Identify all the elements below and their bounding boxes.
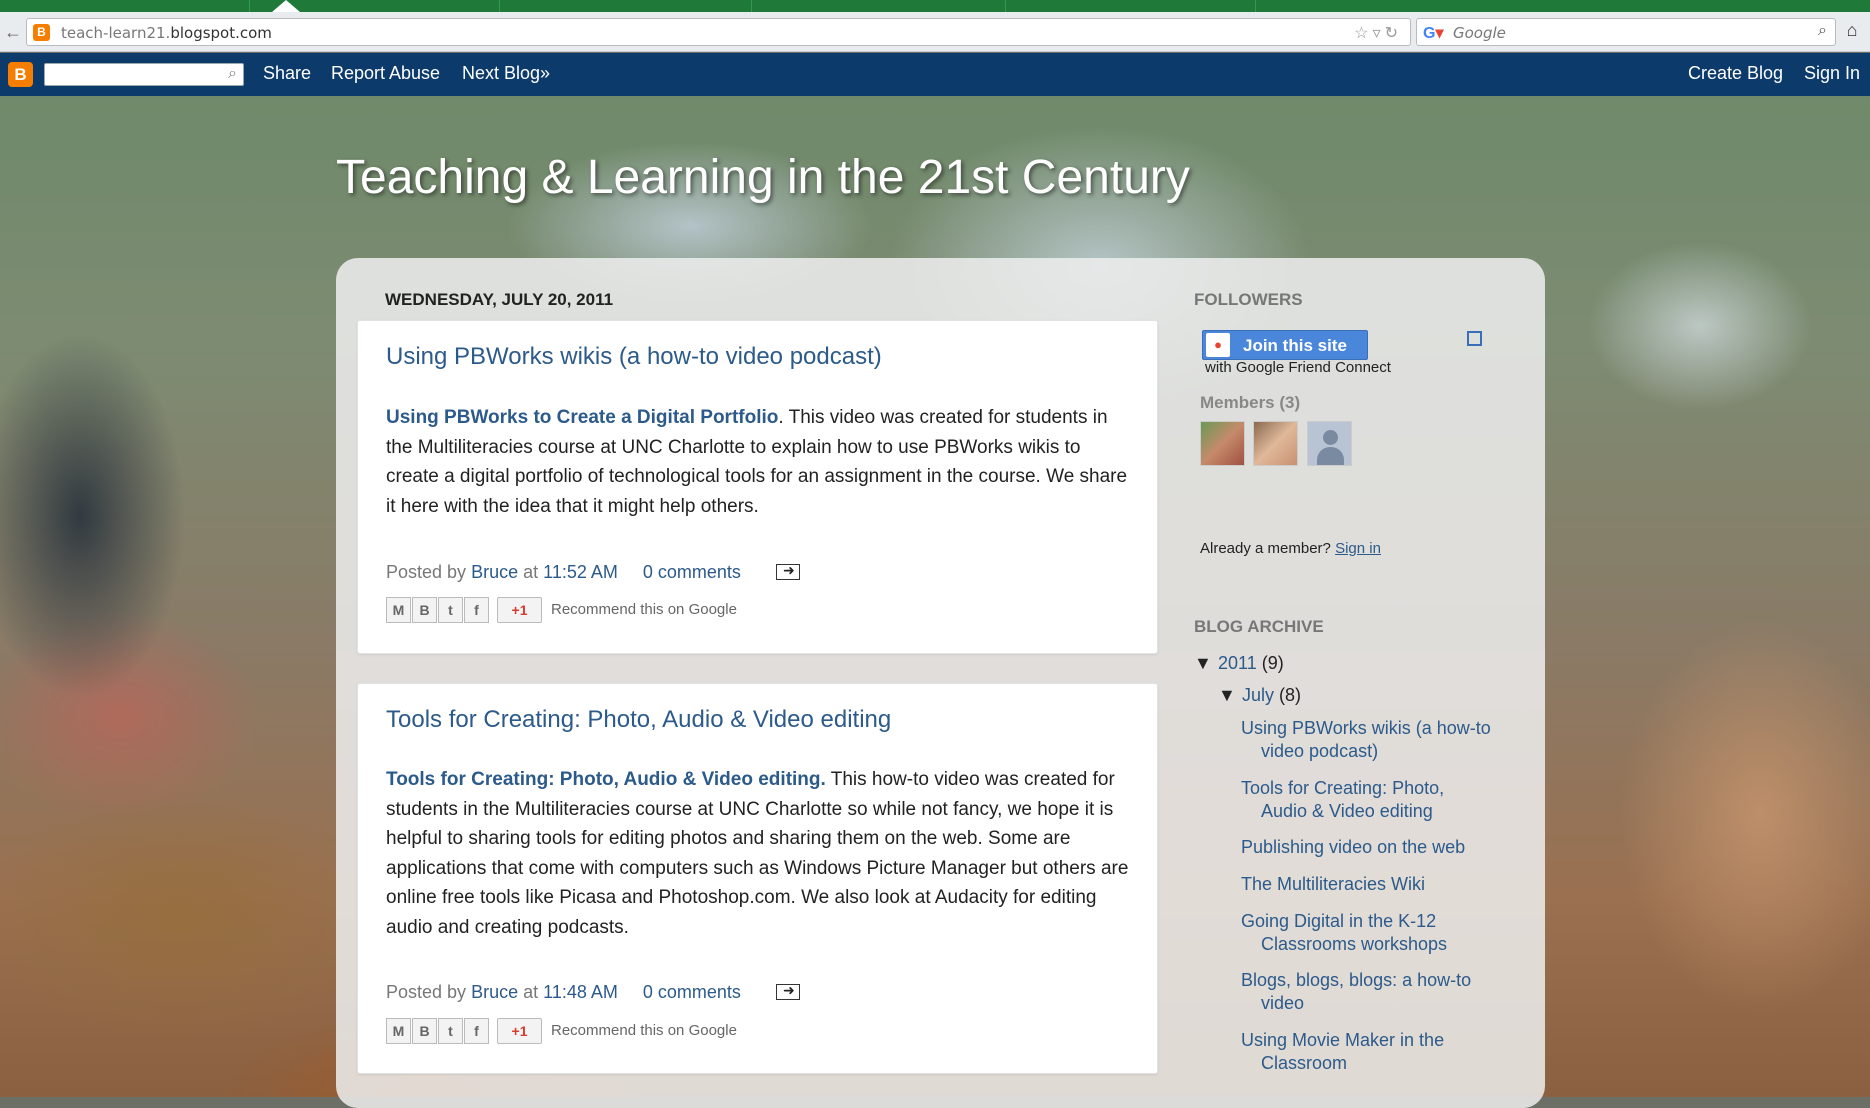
post-title[interactable]: Tools for Creating: Photo, Audio & Video… bbox=[386, 706, 891, 734]
dropdown-icon[interactable]: ▿ bbox=[1373, 25, 1385, 42]
search-placeholder: Google bbox=[1453, 24, 1506, 42]
blog-post: Using PBWorks wikis (a how-to video podc… bbox=[357, 320, 1158, 654]
blog-search-input[interactable]: ⌕ bbox=[44, 63, 244, 86]
create-blog-link[interactable]: Create Blog bbox=[1688, 63, 1783, 84]
author-link[interactable]: Bruce bbox=[471, 982, 518, 1002]
join-this-site-button[interactable]: ● Join this site bbox=[1202, 330, 1368, 360]
archive-month-row: ▼ July (8) bbox=[1218, 685, 1301, 706]
google-plus-one-button[interactable]: +1 bbox=[497, 597, 542, 623]
next-blog-link[interactable]: Next Blog» bbox=[462, 63, 550, 84]
blogger-navbar: B ⌕ Share Report Abuse Next Blog» Create… bbox=[0, 53, 1870, 96]
archive-year-link[interactable]: 2011 bbox=[1218, 653, 1257, 673]
archive-post-link[interactable]: Publishing video on the web bbox=[1241, 836, 1491, 859]
email-post-icon[interactable] bbox=[775, 562, 800, 580]
url-host: teach-learn21. bbox=[61, 24, 171, 42]
report-abuse-link[interactable]: Report Abuse bbox=[331, 63, 440, 84]
url-text[interactable]: teach-learn21.blogspot.com bbox=[61, 24, 272, 42]
browser-tab[interactable] bbox=[1006, 0, 1256, 12]
twitter-share-icon[interactable]: t bbox=[438, 597, 463, 623]
date-header: WEDNESDAY, JULY 20, 2011 bbox=[385, 290, 614, 309]
browser-navbar: ← B teach-learn21.blogspot.com ☆▿↻ G▾ Go… bbox=[0, 12, 1870, 52]
member-avatar[interactable] bbox=[1200, 421, 1245, 466]
search-icon[interactable]: ⌕ bbox=[1818, 22, 1827, 40]
blog-post: Tools for Creating: Photo, Audio & Video… bbox=[357, 683, 1158, 1074]
active-tab-indicator bbox=[272, 0, 300, 12]
gmail-share-icon[interactable]: M bbox=[386, 597, 411, 623]
archive-post-link[interactable]: Blogs, blogs, blogs: a how-to video bbox=[1241, 969, 1491, 1015]
join-button-label: Join this site bbox=[1243, 336, 1347, 355]
home-icon[interactable]: ⌂ bbox=[1840, 20, 1864, 44]
recommend-text: Recommend this on Google bbox=[551, 1022, 737, 1039]
post-body-text: This how-to video was created for studen… bbox=[386, 769, 1129, 938]
twitter-share-icon[interactable]: t bbox=[438, 1018, 463, 1044]
bookmark-star-icon[interactable]: ☆ bbox=[1354, 25, 1372, 42]
email-post-icon[interactable] bbox=[775, 982, 800, 1000]
timestamp-link[interactable]: 11:48 AM bbox=[543, 982, 618, 1002]
already-member-label: Already a member? bbox=[1200, 540, 1331, 557]
browser-tab[interactable] bbox=[500, 0, 752, 12]
member-avatar[interactable] bbox=[1253, 421, 1298, 466]
posted-by-label: Posted by bbox=[386, 562, 467, 582]
google-icon[interactable]: G▾ bbox=[1423, 23, 1443, 43]
comments-link[interactable]: 0 comments bbox=[643, 562, 741, 582]
post-lead-link[interactable]: Tools for Creating: Photo, Audio & Video… bbox=[386, 769, 826, 790]
at-label: at bbox=[523, 562, 539, 582]
archive-month-link[interactable]: July bbox=[1242, 685, 1274, 705]
browser-tab[interactable] bbox=[0, 0, 250, 12]
blog-title[interactable]: Teaching & Learning in the 21st Century bbox=[336, 150, 1190, 205]
member-avatar[interactable] bbox=[1307, 421, 1352, 466]
reload-icon[interactable]: ↻ bbox=[1385, 25, 1402, 42]
blogger-favicon-icon: B bbox=[33, 24, 50, 41]
archive-post-link[interactable]: Using Movie Maker in the Classroom bbox=[1241, 1029, 1491, 1075]
google-friend-connect-icon: ● bbox=[1206, 333, 1230, 357]
google-plus-one-button[interactable]: +1 bbox=[497, 1018, 542, 1044]
sign-in-link[interactable]: Sign In bbox=[1804, 63, 1860, 84]
browser-tab[interactable] bbox=[752, 0, 1006, 12]
recommend-text: Recommend this on Google bbox=[551, 601, 737, 618]
members-label: Members (3) bbox=[1200, 393, 1301, 412]
author-link[interactable]: Bruce bbox=[471, 562, 518, 582]
gfc-sign-in-link[interactable]: Sign in bbox=[1335, 540, 1381, 557]
post-footer: Posted by Bruce at 11:48 AM 0 comments bbox=[386, 982, 800, 1003]
archive-month-count: (8) bbox=[1279, 685, 1302, 705]
popout-icon[interactable] bbox=[1467, 331, 1482, 346]
browser-tab-strip bbox=[0, 0, 1870, 12]
already-member-text: Already a member? Sign in bbox=[1200, 540, 1381, 557]
address-bar-icons: ☆▿↻ bbox=[1354, 23, 1402, 43]
timestamp-link[interactable]: 11:52 AM bbox=[543, 562, 618, 582]
blogger-logo-icon[interactable]: B bbox=[8, 62, 33, 87]
posted-by-label: Posted by bbox=[386, 982, 467, 1002]
facebook-share-icon[interactable]: f bbox=[464, 597, 489, 623]
archive-post-link[interactable]: Tools for Creating: Photo, Audio & Video… bbox=[1241, 777, 1491, 823]
browser-search-box[interactable]: G▾ Google ⌕ bbox=[1416, 18, 1836, 46]
blog-archive-heading: BLOG ARCHIVE bbox=[1194, 617, 1324, 636]
post-body: Using PBWorks to Create a Digital Portfo… bbox=[386, 403, 1131, 521]
search-icon[interactable]: ⌕ bbox=[228, 65, 237, 83]
collapse-triangle-icon[interactable]: ▼ bbox=[1194, 653, 1218, 674]
archive-post-link[interactable]: Using PBWorks wikis (a how-to video podc… bbox=[1241, 717, 1491, 763]
share-link[interactable]: Share bbox=[263, 63, 311, 84]
url-domain: blogspot.com bbox=[170, 24, 272, 42]
gmail-share-icon[interactable]: M bbox=[386, 1018, 411, 1044]
archive-year-count: (9) bbox=[1261, 653, 1284, 673]
post-body: Tools for Creating: Photo, Audio & Video… bbox=[386, 765, 1131, 942]
blogger-share-icon[interactable]: B bbox=[412, 1018, 437, 1044]
archive-year-row: ▼ 2011 (9) bbox=[1194, 653, 1284, 674]
facebook-share-icon[interactable]: f bbox=[464, 1018, 489, 1044]
address-bar[interactable]: B teach-learn21.blogspot.com ☆▿↻ bbox=[26, 18, 1411, 46]
at-label: at bbox=[523, 982, 539, 1002]
post-title[interactable]: Using PBWorks wikis (a how-to video podc… bbox=[386, 343, 882, 371]
gfc-caption: with Google Friend Connect bbox=[1205, 359, 1391, 376]
blogger-share-icon[interactable]: B bbox=[412, 597, 437, 623]
collapse-triangle-icon[interactable]: ▼ bbox=[1218, 685, 1242, 706]
archive-post-link[interactable]: Going Digital in the K-12 Classrooms wor… bbox=[1241, 910, 1491, 956]
post-lead-link[interactable]: Using PBWorks to Create a Digital Portfo… bbox=[386, 407, 778, 428]
back-arrow-icon[interactable]: ← bbox=[4, 22, 22, 43]
archive-post-link[interactable]: The Multiliteracies Wiki bbox=[1241, 873, 1491, 896]
post-footer: Posted by Bruce at 11:52 AM 0 comments bbox=[386, 562, 800, 583]
followers-heading: FOLLOWERS bbox=[1194, 290, 1303, 309]
comments-link[interactable]: 0 comments bbox=[643, 982, 741, 1002]
